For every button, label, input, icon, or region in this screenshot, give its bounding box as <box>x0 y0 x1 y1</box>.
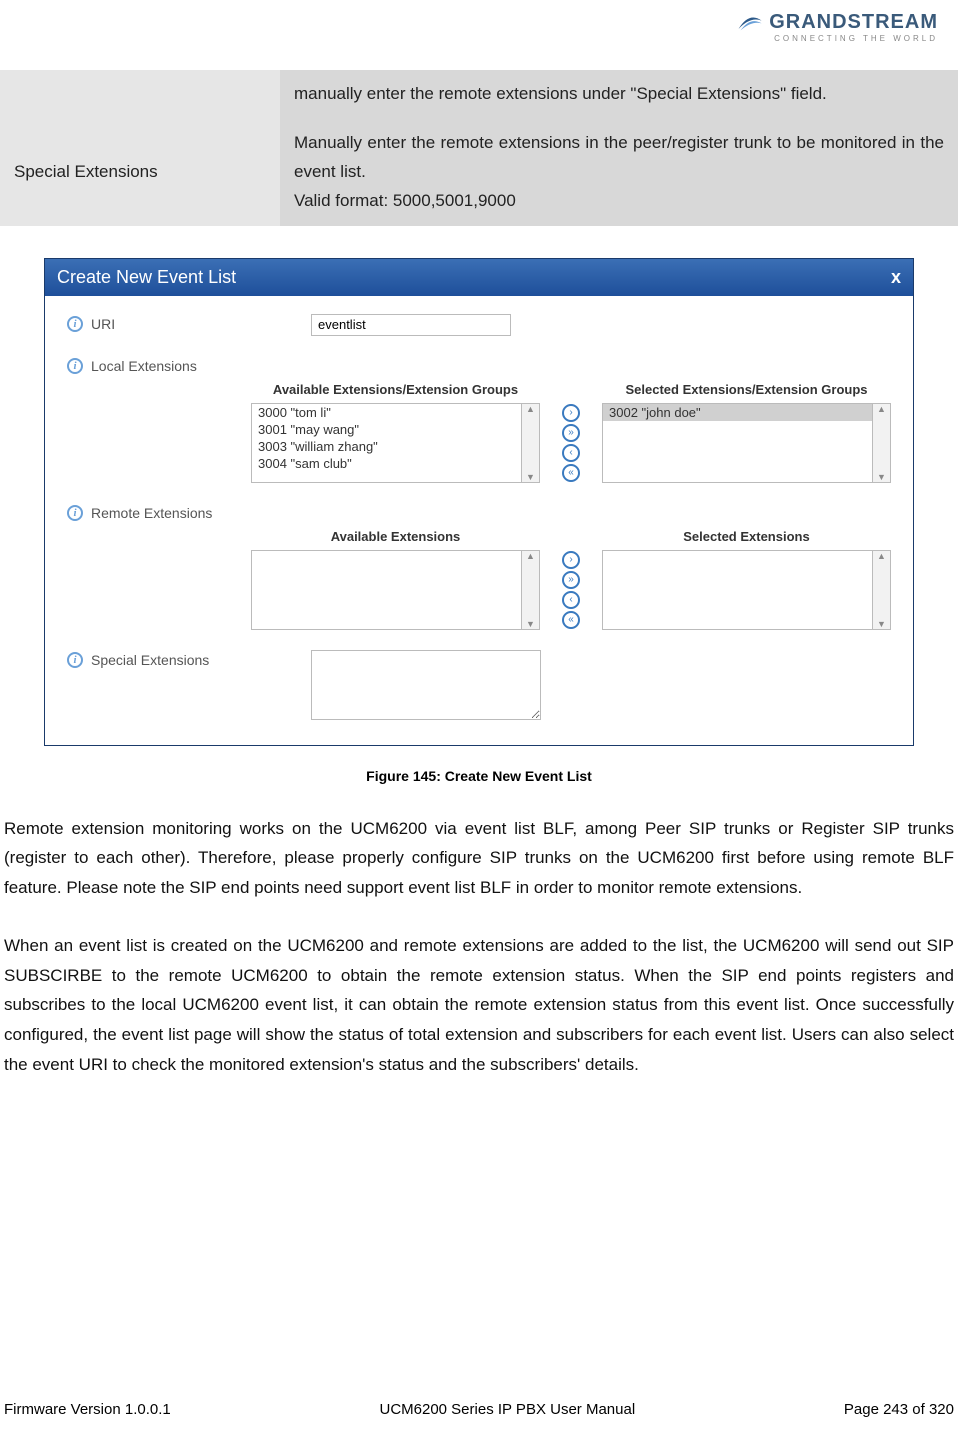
local-selected-listbox[interactable]: 3002 "john doe" <box>602 403 873 483</box>
scrollbar[interactable]: ▲▼ <box>522 550 540 630</box>
move-all-right-button[interactable]: » <box>562 424 580 442</box>
local-extensions-label: Local Extensions <box>91 356 311 374</box>
local-selected-header: Selected Extensions/Extension Groups <box>602 382 891 397</box>
special-extensions-label: Special Extensions <box>91 650 311 668</box>
move-right-button[interactable]: › <box>562 551 580 569</box>
scrollbar[interactable]: ▲▼ <box>873 550 891 630</box>
info-icon[interactable]: i <box>67 358 83 374</box>
info-icon[interactable]: i <box>67 652 83 668</box>
remote-available-listbox[interactable] <box>251 550 522 630</box>
scrollbar[interactable]: ▲▼ <box>522 403 540 483</box>
move-all-left-button[interactable]: « <box>562 464 580 482</box>
param-desc-special-ext: Manually enter the remote extensions in … <box>280 119 958 226</box>
body-paragraph-1: Remote extension monitoring works on the… <box>4 814 954 903</box>
remote-selected-header: Selected Extensions <box>602 529 891 544</box>
remote-selected-listbox[interactable] <box>602 550 873 630</box>
list-item[interactable]: 3004 "sam club" <box>252 455 521 472</box>
dialog-titlebar: Create New Event List x <box>45 259 913 296</box>
move-right-button[interactable]: › <box>562 404 580 422</box>
param-label-special-ext: Special Extensions <box>0 119 280 226</box>
special-extensions-textarea[interactable] <box>311 650 541 720</box>
page-footer: Firmware Version 1.0.0.1 UCM6200 Series … <box>0 1401 958 1418</box>
move-all-left-button[interactable]: « <box>562 611 580 629</box>
brand-logo: GRANDSTREAM CONNECTING THE WORLD <box>735 8 938 43</box>
remote-available-header: Available Extensions <box>251 529 540 544</box>
footer-title: UCM6200 Series IP PBX User Manual <box>379 1401 635 1418</box>
list-item[interactable]: 3001 "may wang" <box>252 421 521 438</box>
local-available-listbox[interactable]: 3000 "tom li" 3001 "may wang" 3003 "will… <box>251 403 522 483</box>
body-paragraph-2: When an event list is created on the UCM… <box>4 931 954 1080</box>
close-icon[interactable]: x <box>891 267 901 288</box>
info-icon[interactable]: i <box>67 316 83 332</box>
create-event-list-dialog: Create New Event List x i URI i Local Ex… <box>44 258 914 746</box>
brand-tagline: CONNECTING THE WORLD <box>735 34 938 43</box>
move-left-button[interactable]: ‹ <box>562 591 580 609</box>
footer-page: Page 243 of 320 <box>844 1401 954 1418</box>
local-available-header: Available Extensions/Extension Groups <box>251 382 540 397</box>
figure-caption: Figure 145: Create New Event List <box>0 768 958 784</box>
dialog-title-text: Create New Event List <box>57 267 236 288</box>
param-desc-remote-ext-cont: manually enter the remote extensions und… <box>280 70 958 119</box>
uri-input[interactable] <box>311 314 511 336</box>
brand-name: GRANDSTREAM <box>769 11 938 34</box>
scrollbar[interactable]: ▲▼ <box>873 403 891 483</box>
list-item[interactable]: 3002 "john doe" <box>603 404 872 421</box>
footer-firmware: Firmware Version 1.0.0.1 <box>4 1401 171 1418</box>
list-item[interactable]: 3000 "tom li" <box>252 404 521 421</box>
list-item[interactable]: 3003 "william zhang" <box>252 438 521 455</box>
parameter-table: manually enter the remote extensions und… <box>0 70 958 226</box>
logo-swoosh-icon <box>735 8 763 36</box>
move-all-right-button[interactable]: » <box>562 571 580 589</box>
info-icon[interactable]: i <box>67 505 83 521</box>
param-label-empty <box>0 70 280 119</box>
uri-label: URI <box>91 314 311 332</box>
remote-extensions-label: Remote Extensions <box>91 503 311 521</box>
move-left-button[interactable]: ‹ <box>562 444 580 462</box>
